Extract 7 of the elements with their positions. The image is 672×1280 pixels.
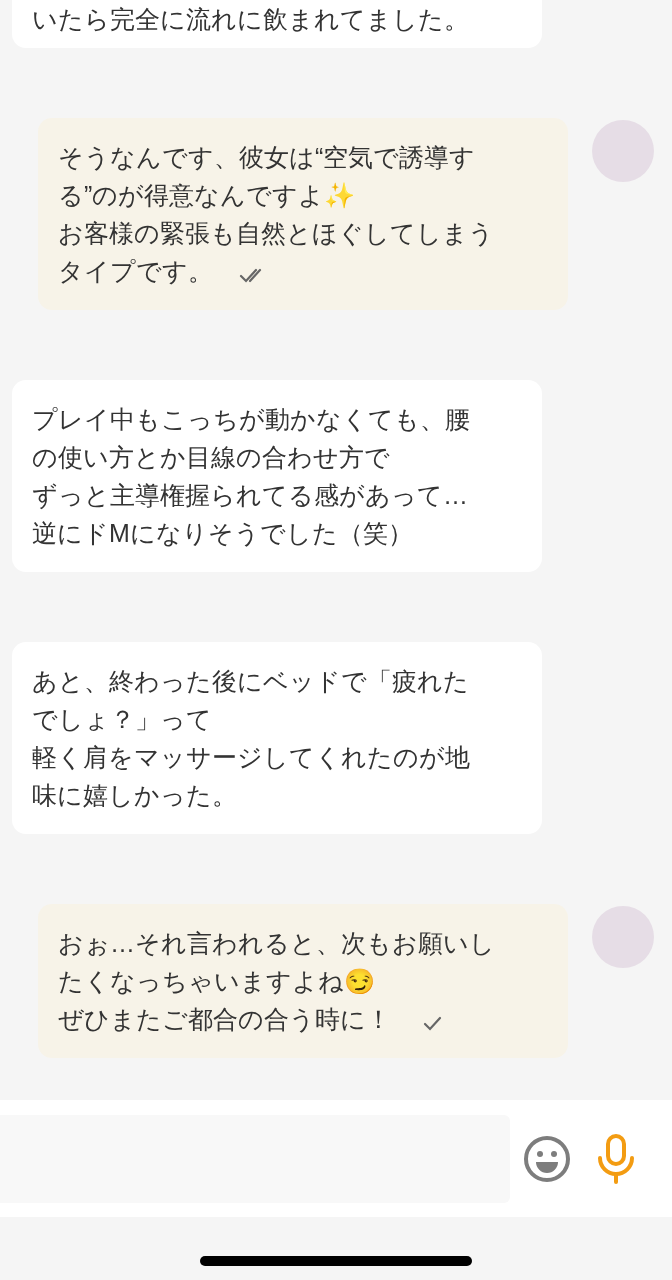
message-text: プレイ中もこっちが動かなくても、腰 の使い方とか目線の合わせ方で ずっと主導権握られてる感があって… 逆にドMになりそうでした（笑） [32,405,470,547]
emoji-smiley-icon[interactable] [523,1134,571,1183]
microphone-icon[interactable] [596,1133,636,1184]
message-text: あと、終わった後にベッドで「疲れた でしょ？」って 軽く肩をマッサージしてくれたのが地 味に嬉しかった。 [32,667,470,809]
message-text: いたら完全に流れに飲まれてました。 [32,5,469,33]
message-text: おぉ…それ言われると、次もお願いし たくなっちゃいますよね😏 ぜひまたご都合の合う時に！ [58,929,495,1033]
message-text: そうなんです、彼女は“空気で誘導す る”のが得意なんですよ✨ お客様の緊張も自然とほぐしてしまう タイプです。 [58,143,494,285]
